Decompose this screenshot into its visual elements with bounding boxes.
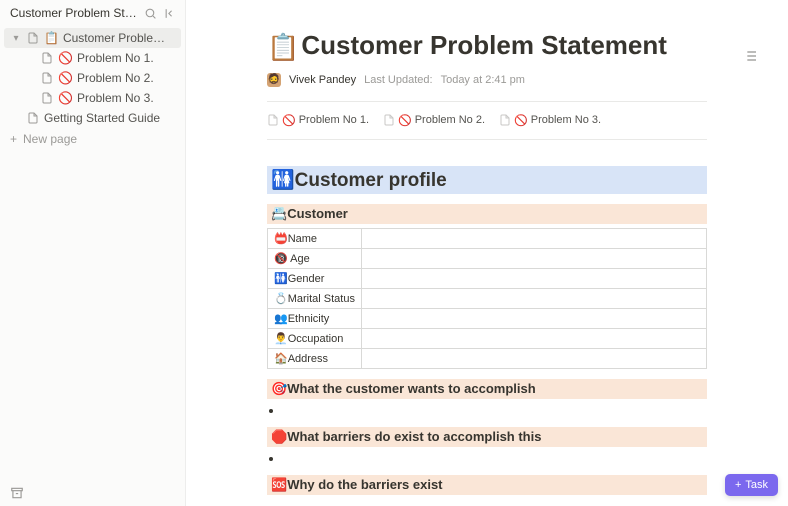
sidebar-item-cps[interactable]: ▾ 📋 Customer Problem Statement — [4, 28, 181, 48]
sidebar: Customer Problem Statement ▾ 📋 Customer … — [0, 0, 186, 506]
archive-icon[interactable] — [10, 486, 175, 500]
subpage-label: Problem No 1. — [299, 114, 369, 126]
subpage-link[interactable]: 🚫Problem No 1. — [267, 114, 369, 127]
chevron-down-icon[interactable]: ▾ — [10, 33, 22, 44]
page-icon — [40, 92, 54, 104]
task-button-label: Task — [745, 479, 768, 491]
heading-accomplish[interactable]: 🎯What the customer wants to accomplish — [267, 379, 707, 399]
subpage-link[interactable]: 🚫Problem No 2. — [383, 114, 485, 127]
page-emoji: 🚫 — [58, 91, 73, 105]
sidebar-item-problem2[interactable]: 🚫 Problem No 2. — [4, 68, 181, 88]
sidebar-header: Customer Problem Statement — [0, 0, 185, 26]
page-title[interactable]: 📋Customer Problem Statement — [267, 30, 707, 63]
field-value[interactable] — [361, 348, 706, 368]
subpage-list: 🚫Problem No 1. 🚫Problem No 2. 🚫Problem N… — [267, 101, 707, 140]
table-row[interactable]: 🔞 Age — [268, 248, 707, 268]
page-emoji: 🚫 — [58, 71, 73, 85]
collapse-sidebar-icon[interactable] — [163, 6, 177, 20]
customer-table[interactable]: 📛Name🔞 Age🚻Gender💍Marital Status👥Ethnici… — [267, 228, 707, 369]
new-page-label: New page — [23, 132, 77, 146]
author-name: Vivek Pandey — [289, 74, 356, 86]
table-row[interactable]: 🏠Address — [268, 348, 707, 368]
avatar: 🧔 — [267, 73, 281, 87]
field-label[interactable]: 🔞 Age — [268, 248, 362, 268]
accomplish-list[interactable] — [283, 403, 707, 417]
main-content: 📋Customer Problem Statement 🧔 Vivek Pand… — [186, 0, 788, 506]
field-value[interactable] — [361, 228, 706, 248]
page-icon — [499, 114, 511, 126]
list-item[interactable] — [283, 403, 707, 417]
field-label[interactable]: 📛Name — [268, 228, 362, 248]
subpage-link[interactable]: 🚫Problem No 3. — [499, 114, 601, 127]
page-icon — [40, 52, 54, 64]
page-emoji: 📋 — [44, 31, 59, 45]
plus-icon: + — [735, 479, 741, 491]
page-icon — [40, 72, 54, 84]
byline: 🧔 Vivek Pandey Last Updated: Today at 2:… — [267, 73, 707, 87]
heading-why[interactable]: 🆘Why do the barriers exist — [267, 475, 707, 495]
page-icon — [26, 112, 40, 124]
field-value[interactable] — [361, 308, 706, 328]
page-emoji[interactable]: 📋 — [267, 32, 299, 62]
outline-icon[interactable] — [742, 48, 758, 64]
field-value[interactable] — [361, 268, 706, 288]
field-label[interactable]: 🚻Gender — [268, 268, 362, 288]
field-value[interactable] — [361, 288, 706, 308]
sidebar-item-getting-started[interactable]: Getting Started Guide — [4, 108, 181, 128]
field-label[interactable]: 👨‍💼Occupation — [268, 328, 362, 348]
field-value[interactable] — [361, 328, 706, 348]
subpage-label: Problem No 3. — [531, 114, 601, 126]
new-page-button[interactable]: + New page — [0, 128, 185, 150]
page-icon — [26, 32, 40, 44]
table-row[interactable]: 📛Name — [268, 228, 707, 248]
heading-customer[interactable]: 📇Customer — [267, 204, 707, 224]
table-row[interactable]: 👨‍💼Occupation — [268, 328, 707, 348]
sidebar-item-label: Problem No 1. — [77, 51, 173, 65]
field-label[interactable]: 👥Ethnicity — [268, 308, 362, 328]
sidebar-footer — [0, 480, 185, 506]
heading-barriers[interactable]: 🛑What barriers do exist to accomplish th… — [267, 427, 707, 447]
sidebar-item-label: Getting Started Guide — [44, 111, 173, 125]
sidebar-item-problem3[interactable]: 🚫 Problem No 3. — [4, 88, 181, 108]
sidebar-item-label: Problem No 2. — [77, 71, 173, 85]
table-row[interactable]: 💍Marital Status — [268, 288, 707, 308]
last-updated-label: Last Updated: — [364, 74, 433, 86]
search-icon[interactable] — [143, 6, 157, 20]
plus-icon: + — [10, 132, 17, 146]
field-label[interactable]: 💍Marital Status — [268, 288, 362, 308]
workspace-title: Customer Problem Statement — [10, 6, 137, 20]
barriers-list[interactable] — [283, 451, 707, 465]
task-button[interactable]: + Task — [725, 474, 778, 496]
last-updated-value: Today at 2:41 pm — [441, 74, 525, 86]
field-label[interactable]: 🏠Address — [268, 348, 362, 368]
sidebar-nav: ▾ 📋 Customer Problem Statement 🚫 Problem… — [0, 26, 185, 152]
field-value[interactable] — [361, 248, 706, 268]
list-item[interactable] — [283, 451, 707, 465]
table-row[interactable]: 🚻Gender — [268, 268, 707, 288]
subpage-label: Problem No 2. — [415, 114, 485, 126]
page-title-text: Customer Problem Statement — [301, 30, 667, 60]
page-icon — [383, 114, 395, 126]
sidebar-item-label: Customer Problem Statement — [63, 31, 173, 45]
page-emoji: 🚫 — [58, 51, 73, 65]
sidebar-item-label: Problem No 3. — [77, 91, 173, 105]
table-row[interactable]: 👥Ethnicity — [268, 308, 707, 328]
sidebar-item-problem1[interactable]: 🚫 Problem No 1. — [4, 48, 181, 68]
heading-customer-profile[interactable]: 🚻Customer profile — [267, 166, 707, 194]
page-icon — [267, 114, 279, 126]
